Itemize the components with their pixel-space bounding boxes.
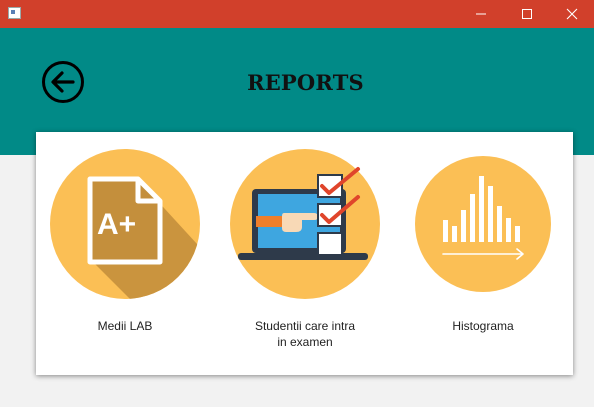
document-grade-icon: A+: [50, 149, 200, 299]
studentii-examen-tile[interactable]: [230, 149, 380, 299]
maximize-icon: [522, 9, 532, 19]
close-button[interactable]: [549, 0, 594, 28]
histogram-icon: [415, 156, 551, 292]
medii-lab-tile[interactable]: A+: [50, 149, 200, 299]
studentii-examen-label-line2: in examen: [277, 335, 333, 349]
histograma-tile[interactable]: [415, 156, 551, 292]
title-bar: [0, 0, 594, 28]
close-icon: [566, 8, 578, 20]
laptop-checklist-icon: [230, 149, 380, 299]
studentii-examen-label-line1: Studentii care intra: [254, 319, 356, 333]
page-title: REPORTS: [247, 70, 364, 95]
maximize-button[interactable]: [504, 0, 550, 28]
minimize-button[interactable]: [458, 0, 504, 28]
svg-text:A+: A+: [97, 208, 136, 241]
reports-panel: A+ Medii LAB Studentii care intra in exa…: [36, 132, 573, 375]
app-icon: [8, 7, 21, 19]
medii-lab-label: Medii LAB: [97, 319, 153, 333]
studentii-examen-label: Studentii care intra in examen: [230, 318, 380, 350]
minimize-icon: [476, 13, 486, 15]
histograma-label: Histograma: [452, 319, 514, 333]
